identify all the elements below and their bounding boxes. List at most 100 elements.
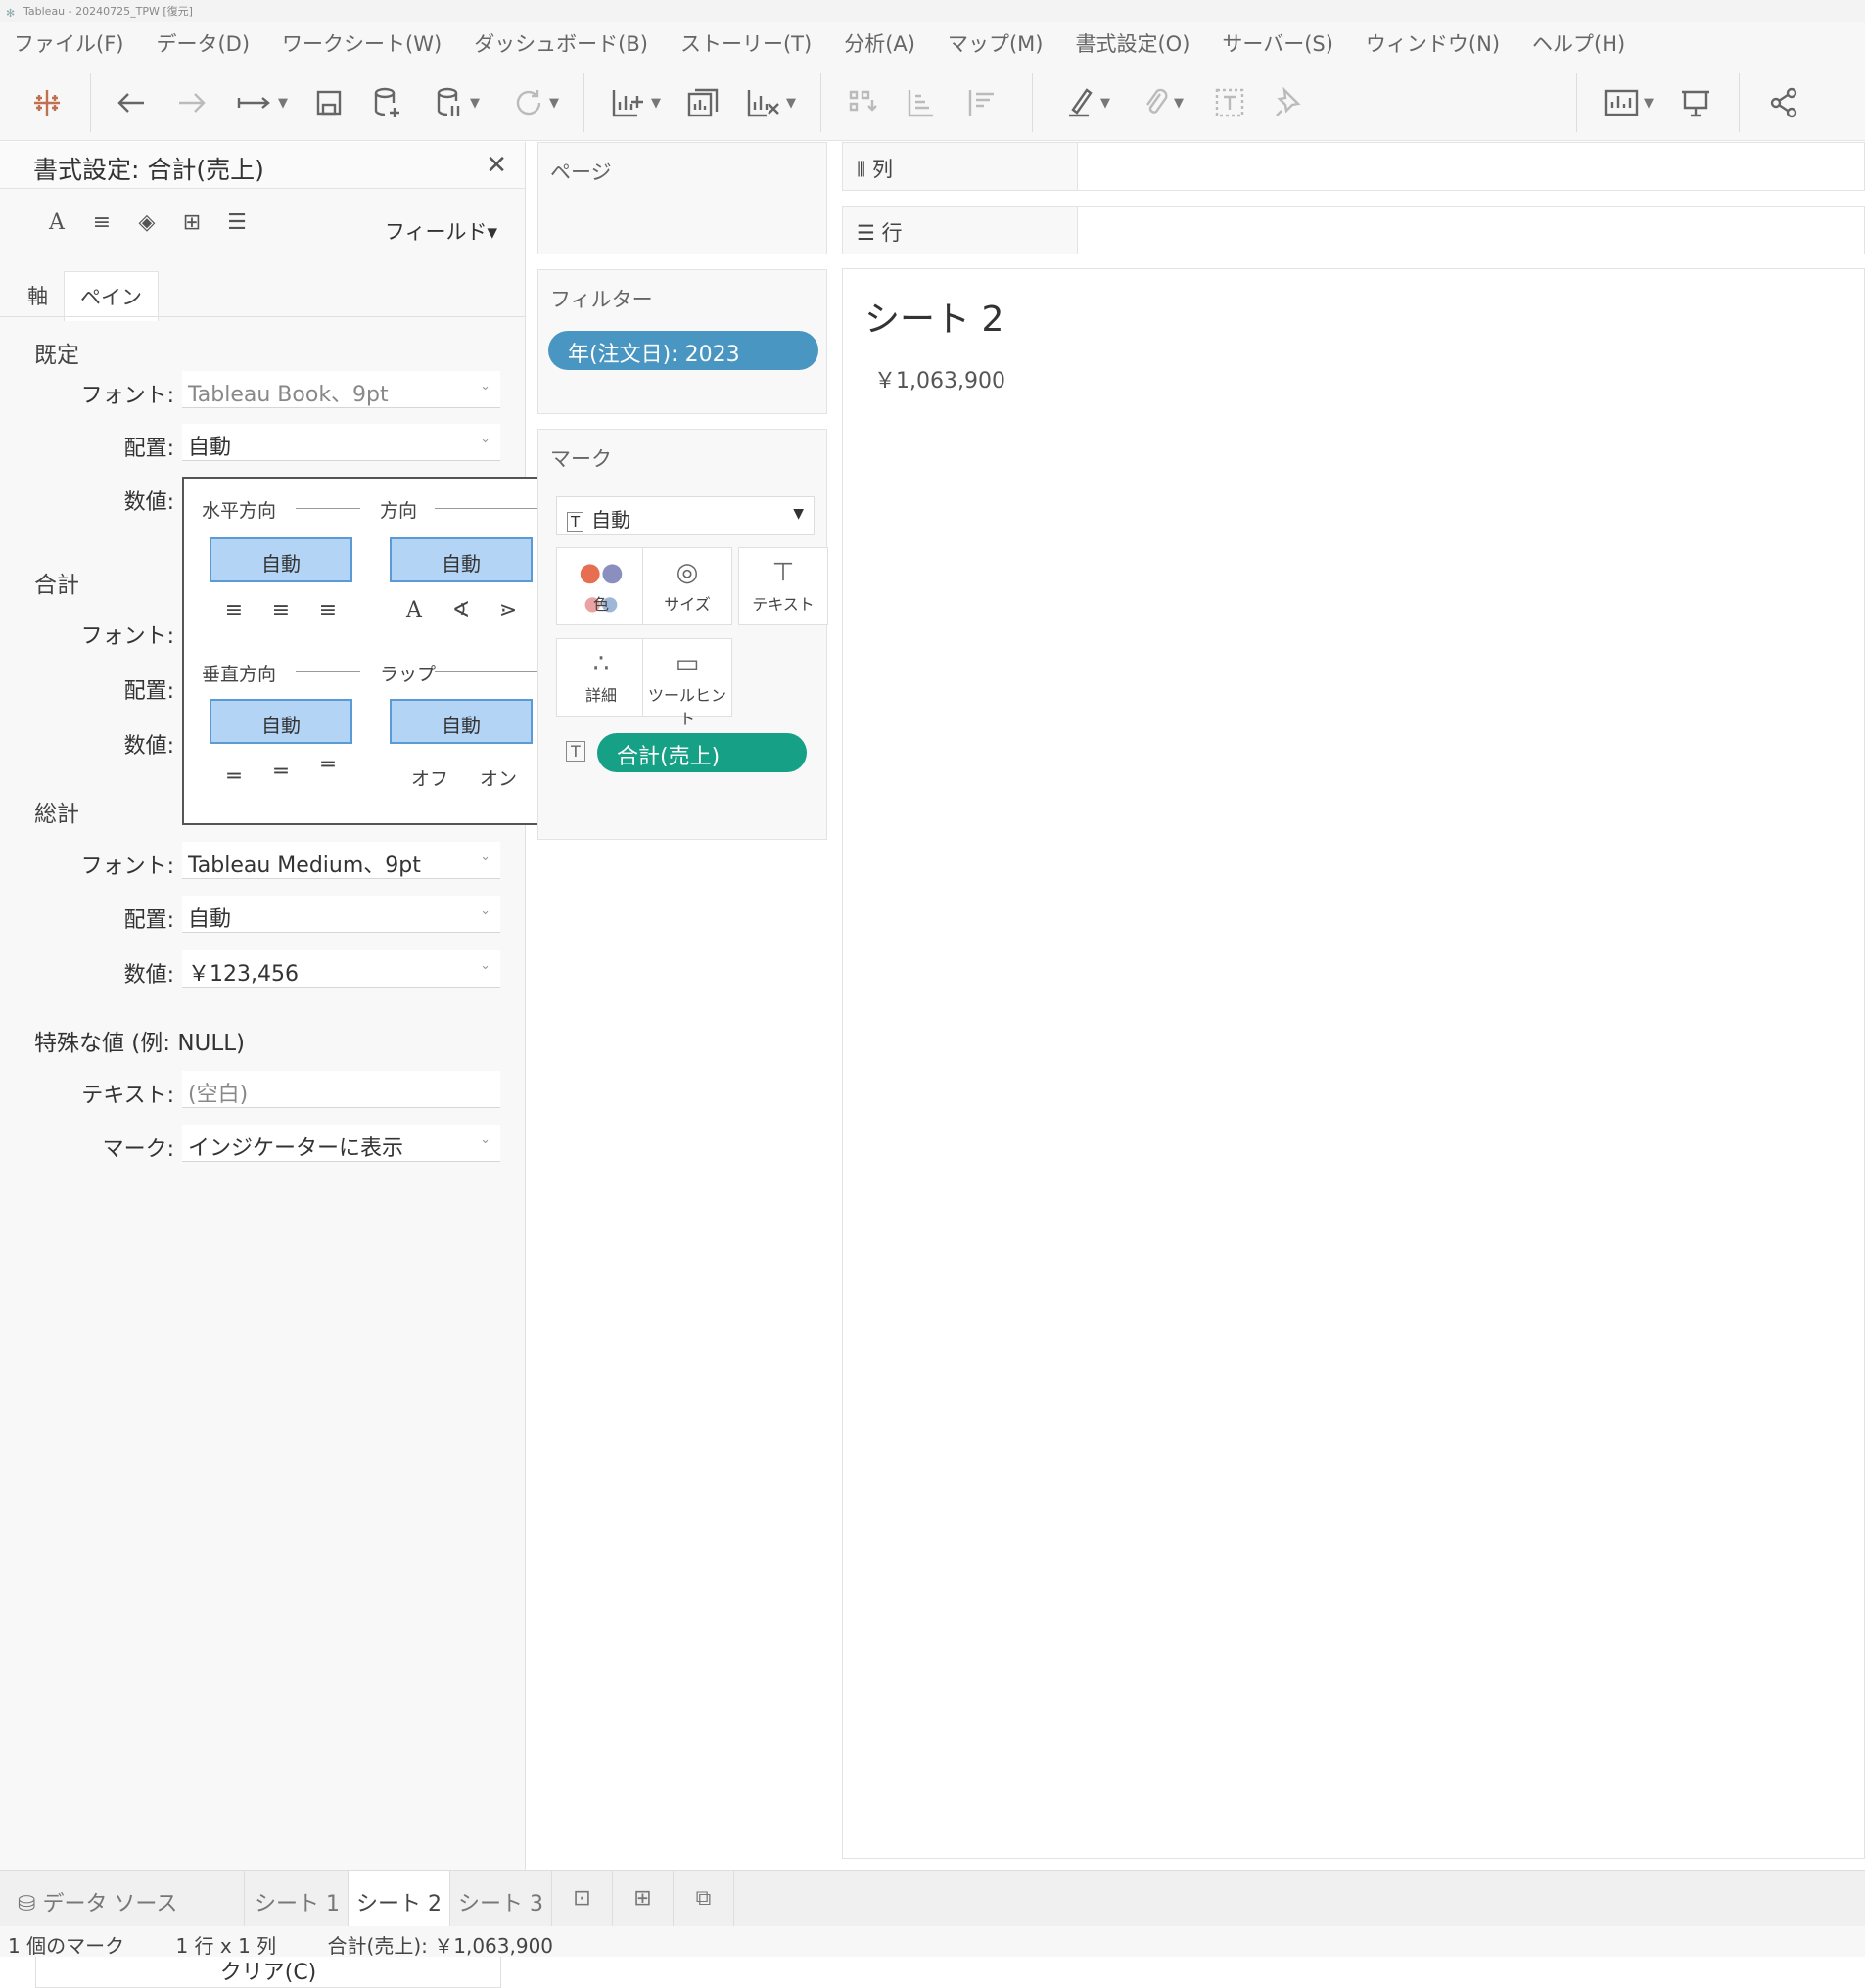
mark-type-select[interactable]: T 自動 ▼ [556,496,815,535]
window-title: Tableau - 20240725_TPW [復元] [23,5,193,18]
align-bottom-icon[interactable]: ═ [219,764,249,789]
menu-dashboard[interactable]: ダッシュボード(B) [474,28,648,58]
shading-format-icon[interactable]: ◈ [135,210,159,235]
filter-pill-year[interactable]: 年(注文日): 2023 [548,331,818,370]
datasource-tab[interactable]: ⛁ データ ソース [0,1871,245,1927]
menu-analysis[interactable]: 分析(A) [844,28,915,58]
grand-total-align-select[interactable]: 自動 ⌄ [182,896,500,933]
lines-format-icon[interactable]: ☰ [225,210,249,235]
new-story-tab-icon[interactable]: ⧉ [674,1871,734,1927]
new-worksheet-tab-icon[interactable]: ⊡ [552,1871,613,1927]
new-worksheet-icon[interactable]: ▼ [601,81,670,124]
duplicate-sheet-icon[interactable] [681,81,724,124]
tooltip-icon: ▭ [675,649,700,678]
refresh-icon[interactable]: ▼ [501,81,570,124]
swap-rows-columns-icon[interactable] [840,81,883,124]
rotate-up-icon[interactable]: ∢ [446,598,476,623]
detail-button[interactable]: ∴ 詳細 [556,638,646,717]
toolbar-separator [1576,73,1577,132]
align-left-icon[interactable]: ≡ [219,598,249,623]
vertical-auto-button[interactable]: 自動 [210,699,352,744]
special-text-input[interactable]: (空白) [182,1071,500,1108]
default-align-label: 配置: [123,437,174,461]
align-middle-icon[interactable]: ═ [266,760,296,784]
pages-card[interactable]: ページ [537,142,827,254]
rotate-down-icon[interactable]: ⋗ [493,598,523,623]
format-tabs: 軸 ペイン [12,271,159,321]
wrap-auto-button[interactable]: 自動 [390,699,533,744]
columns-shelf[interactable]: ⦀ 列 [842,142,1865,191]
status-bar: 1 個のマーク 1 行 x 1 列 合計(売上): ￥1,063,900 [0,1926,1865,1958]
menu-map[interactable]: マップ(M) [948,28,1044,58]
presentation-mode-icon[interactable] [1674,81,1717,124]
default-align-select[interactable]: 自動 ⌄ [182,424,500,461]
text-horizontal-icon[interactable]: A [399,598,429,623]
sheet-tab-3[interactable]: シート 3 [450,1871,552,1927]
pause-updates-icon[interactable]: ▼ [423,81,491,124]
filters-card[interactable]: フィルター 年(注文日): 2023 [537,269,827,414]
grand-total-font-select[interactable]: Tableau Medium、9pt ⌄ [182,842,500,879]
text-button[interactable]: ⊤ テキスト [738,547,828,625]
menu-help[interactable]: ヘルプ(H) [1532,28,1625,58]
format-pane-title: 書式設定: 合計(売上) [0,142,525,189]
format-pane: 書式設定: 合計(売上) ✕ A ≡ ◈ ⊞ ☰ フィールド▾ 軸 ペイン 既定… [0,142,526,1988]
text-mark-icon: T [567,512,584,532]
tableau-start-icon[interactable] [25,81,69,124]
save-icon[interactable] [307,81,350,124]
menu-file[interactable]: ファイル(F) [14,28,123,58]
toolbar-separator [90,73,91,132]
marks-title: マーク [550,447,612,471]
default-font-label: フォント: [80,384,174,408]
group-members-icon[interactable]: ▼ [1128,81,1196,124]
sheet-tab-2[interactable]: シート 2 [349,1871,450,1927]
field-selector[interactable]: フィールド▾ [385,216,497,246]
align-right-icon[interactable]: ≡ [313,598,343,623]
sheet-view[interactable]: シート 2 ￥1,063,900 [842,268,1865,1859]
menu-window[interactable]: ウィンドウ(N) [1366,28,1500,58]
replay-animation-icon[interactable]: ▼ [227,81,296,124]
direction-auto-button[interactable]: 自動 [390,537,533,582]
fix-axes-pin-icon[interactable] [1267,81,1310,124]
show-cards-icon[interactable]: ▼ [1594,81,1662,124]
new-dashboard-tab-icon[interactable]: ⊞ [613,1871,674,1927]
menu-worksheet[interactable]: ワークシート(W) [282,28,442,58]
size-button[interactable]: ◎ サイズ [642,547,732,625]
measure-pill-sum-sales[interactable]: 合計(売上) [597,733,807,772]
default-font-select[interactable]: Tableau Book、9pt ⌄ [182,371,500,408]
show-mark-labels-icon[interactable] [1208,81,1251,124]
special-marks-label: マーク: [102,1137,174,1162]
horizontal-auto-button[interactable]: 自動 [210,537,352,582]
menu-story[interactable]: ストーリー(T) [680,28,812,58]
highlight-icon[interactable]: ▼ [1053,81,1122,124]
new-datasource-icon[interactable] [366,81,409,124]
format-category-toolbar: A ≡ ◈ ⊞ ☰ [45,210,249,235]
wrap-on-button[interactable]: オン [480,764,517,791]
close-icon[interactable]: ✕ [486,151,507,180]
share-icon[interactable] [1762,81,1805,124]
tab-pane[interactable]: ペイン [64,271,159,321]
grand-total-number-select[interactable]: ￥123,456 ⌄ [182,950,500,988]
wrap-off-button[interactable]: オフ [411,764,448,791]
special-marks-select[interactable]: インジケーターに表示 ⌄ [182,1125,500,1162]
align-top-icon[interactable]: ═ [313,753,343,777]
align-center-icon[interactable]: ≡ [266,598,296,623]
marks-card: マーク T 自動 ▼ ●● ●● 色 ◎ サイズ ⊤ テキスト ∴ 詳細 ▭ ツール… [537,429,828,840]
menu-format[interactable]: 書式設定(O) [1075,28,1189,58]
menu-data[interactable]: データ(D) [156,28,250,58]
font-format-icon[interactable]: A [45,210,69,235]
color-button[interactable]: ●● ●● 色 [556,547,646,625]
sort-ascending-icon[interactable] [899,81,942,124]
rows-shelf[interactable]: ☰ 行 [842,206,1865,254]
sheet-value-text[interactable]: ￥1,063,900 [874,363,1005,394]
tab-axis[interactable]: 軸 [12,271,64,321]
undo-icon[interactable] [110,81,153,124]
clear-sheet-icon[interactable]: ▼ [736,81,805,124]
borders-format-icon[interactable]: ⊞ [180,210,204,235]
menu-server[interactable]: サーバー(S) [1222,28,1333,58]
tooltip-button[interactable]: ▭ ツールヒント [642,638,732,728]
alignment-format-icon[interactable]: ≡ [90,210,114,235]
redo-icon[interactable] [170,81,213,124]
direction-label: 方向 [380,500,418,522]
sheet-tab-1[interactable]: シート 1 [247,1871,349,1927]
sort-descending-icon[interactable] [959,81,1002,124]
